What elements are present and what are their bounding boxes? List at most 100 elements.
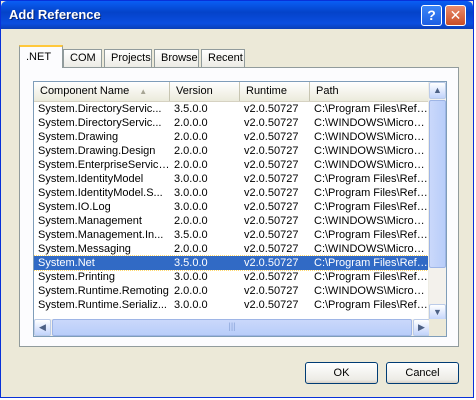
scroll-up-icon[interactable]: ▲ <box>429 82 446 99</box>
cell-path: C:\Program Files\Refer... <box>314 201 430 213</box>
dialog-title: Add Reference <box>9 7 101 22</box>
cell-runtime: v2.0.50727 <box>244 159 299 171</box>
table-row[interactable]: System.Runtime.Remoting 2.0.0.0 v2.0.50727… <box>34 284 430 298</box>
cell-runtime: v2.0.50727 <box>244 215 299 227</box>
cell-path: C:\Program Files\Refer... <box>314 299 430 311</box>
cell-component-name: System.Drawing <box>38 131 119 143</box>
cell-version: 3.5.0.0 <box>174 229 208 241</box>
scroll-left-icon[interactable]: ◀ <box>34 319 51 336</box>
vertical-scrollbar[interactable]: ▲ ▼ <box>428 82 446 321</box>
tab-projects[interactable]: Projects <box>104 49 152 67</box>
table-row[interactable]: System.Runtime.Serializ... 3.0.0.0 v2.0.50… <box>34 298 430 312</box>
table-row[interactable]: System.IdentityModel.S... 3.0.0.0 v2.0.507… <box>34 186 430 200</box>
cell-component-name: System.Net <box>38 257 95 269</box>
cell-version: 2.0.0.0 <box>174 215 208 227</box>
cell-component-name: System.Drawing.Design <box>38 145 156 157</box>
cell-component-name: System.Management <box>38 215 142 227</box>
cell-runtime: v2.0.50727 <box>244 145 299 157</box>
column-header-label: Component Name <box>40 85 130 97</box>
cell-path: C:\WINDOWS\Microsof... <box>314 131 430 143</box>
column-header-version[interactable]: Version <box>170 82 240 101</box>
cell-component-name: System.EnterpriseServices <box>38 159 170 171</box>
component-list[interactable]: Component Name ▲ Version Runtime Path Sys… <box>33 81 447 337</box>
cell-runtime: v2.0.50727 <box>244 173 299 185</box>
help-icon[interactable]: ? <box>421 5 442 26</box>
table-row[interactable]: System.Printing 3.0.0.0 v2.0.50727 C:\Progr… <box>34 270 430 284</box>
tab-com[interactable]: COM <box>63 49 102 67</box>
close-icon[interactable]: ✕ <box>445 5 466 26</box>
cell-runtime: v2.0.50727 <box>244 187 299 199</box>
table-row[interactable]: System.IdentityModel 3.0.0.0 v2.0.50727 C:\… <box>34 172 430 186</box>
cell-runtime: v2.0.50727 <box>244 271 299 283</box>
cell-path: C:\WINDOWS\Microsof... <box>314 117 430 129</box>
cell-path: C:\WINDOWS\Microsof... <box>314 215 430 227</box>
cell-component-name: System.IO.Log <box>38 201 111 213</box>
cell-path: C:\Program Files\Refer... <box>314 187 430 199</box>
horizontal-scrollbar[interactable]: ◀ ||| ▶ <box>34 319 430 336</box>
cell-component-name: System.DirectoryServic... <box>38 117 162 129</box>
cell-path: C:\WINDOWS\Microsof... <box>314 243 430 255</box>
cell-path: C:\Program Files\Refer... <box>314 173 430 185</box>
table-row[interactable]: System.Drawing 2.0.0.0 v2.0.50727 C:\WINDOW… <box>34 130 430 144</box>
table-row[interactable]: System.Messaging 2.0.0.0 v2.0.50727 C:\WIND… <box>34 242 430 256</box>
cell-version: 2.0.0.0 <box>174 159 208 171</box>
tab-net[interactable]: .NET <box>19 45 63 68</box>
cell-version: 3.0.0.0 <box>174 201 208 213</box>
cell-component-name: System.Runtime.Serializ... <box>38 299 167 311</box>
cell-runtime: v2.0.50727 <box>244 243 299 255</box>
cell-path: C:\WINDOWS\Microsof... <box>314 285 430 297</box>
cell-version: 2.0.0.0 <box>174 285 208 297</box>
cell-version: 3.5.0.0 <box>174 103 208 115</box>
cell-version: 3.0.0.0 <box>174 187 208 199</box>
cell-component-name: System.Messaging <box>38 243 131 255</box>
table-row[interactable]: System.DirectoryServic... 3.5.0.0 v2.0.507… <box>34 102 430 116</box>
tab-recent[interactable]: Recent <box>201 49 245 67</box>
cell-runtime: v2.0.50727 <box>244 117 299 129</box>
horizontal-scroll-thumb[interactable]: ||| <box>52 319 412 336</box>
cell-path: C:\WINDOWS\Microsof... <box>314 159 430 171</box>
ok-button[interactable]: OK <box>305 362 378 384</box>
table-row[interactable]: System.Drawing.Design 2.0.0.0 v2.0.50727 C:… <box>34 144 430 158</box>
cell-component-name: System.Printing <box>38 271 116 283</box>
column-header-runtime[interactable]: Runtime <box>240 82 310 101</box>
vertical-scroll-thumb[interactable] <box>429 100 446 268</box>
cancel-button[interactable]: Cancel <box>386 362 459 384</box>
cell-component-name: System.IdentityModel <box>38 173 144 185</box>
cell-version: 2.0.0.0 <box>174 117 208 129</box>
cell-version: 3.0.0.0 <box>174 173 208 185</box>
cell-path: C:\Program Files\Refer... <box>314 229 430 241</box>
cell-runtime: v2.0.50727 <box>244 201 299 213</box>
table-row[interactable]: System.Net 3.5.0.0 v2.0.50727 C:\Program Fi… <box>34 255 431 271</box>
cell-runtime: v2.0.50727 <box>244 285 299 297</box>
cell-version: 2.0.0.0 <box>174 131 208 143</box>
sort-ascending-icon: ▲ <box>139 87 148 96</box>
cell-version: 2.0.0.0 <box>174 145 208 157</box>
title-bar[interactable]: Add Reference ? ✕ <box>1 1 473 29</box>
cell-component-name: System.Management.In... <box>38 229 164 241</box>
cell-version: 2.0.0.0 <box>174 243 208 255</box>
cell-path: C:\Program Files\Refer... <box>314 271 430 283</box>
cell-component-name: System.Runtime.Remoting <box>38 285 169 297</box>
cell-runtime: v2.0.50727 <box>244 257 299 269</box>
table-row[interactable]: System.Management.In... 3.5.0.0 v2.0.50727… <box>34 228 430 242</box>
column-header-path[interactable]: Path <box>310 82 430 101</box>
list-header: Component Name ▲ Version Runtime Path <box>34 82 430 102</box>
table-row[interactable]: System.DirectoryServic... 2.0.0.0 v2.0.507… <box>34 116 430 130</box>
tab-browse[interactable]: Browse <box>154 49 199 67</box>
table-row[interactable]: System.IO.Log 3.0.0.0 v2.0.50727 C:\Program… <box>34 200 430 214</box>
cell-version: 3.5.0.0 <box>174 257 208 269</box>
cell-path: C:\Program Files\Refer... <box>314 103 430 115</box>
cell-runtime: v2.0.50727 <box>244 103 299 115</box>
cell-runtime: v2.0.50727 <box>244 299 299 311</box>
cell-version: 3.0.0.0 <box>174 271 208 283</box>
cell-version: 3.0.0.0 <box>174 299 208 311</box>
scroll-right-icon[interactable]: ▶ <box>413 319 430 336</box>
cell-runtime: v2.0.50727 <box>244 131 299 143</box>
table-row[interactable]: System.EnterpriseServices 2.0.0.0 v2.0.507… <box>34 158 430 172</box>
column-header-component-name[interactable]: Component Name ▲ <box>34 82 170 101</box>
table-row[interactable]: System.Management 2.0.0.0 v2.0.50727 C:\WIN… <box>34 214 430 228</box>
cell-path: C:\Program Files\Refer... <box>314 257 430 269</box>
cell-component-name: System.IdentityModel.S... <box>38 187 163 199</box>
tab-panel: Component Name ▲ Version Runtime Path Sys… <box>19 67 459 347</box>
add-reference-dialog: Add Reference ? ✕ .NET COM Projects Brow… <box>0 0 474 398</box>
